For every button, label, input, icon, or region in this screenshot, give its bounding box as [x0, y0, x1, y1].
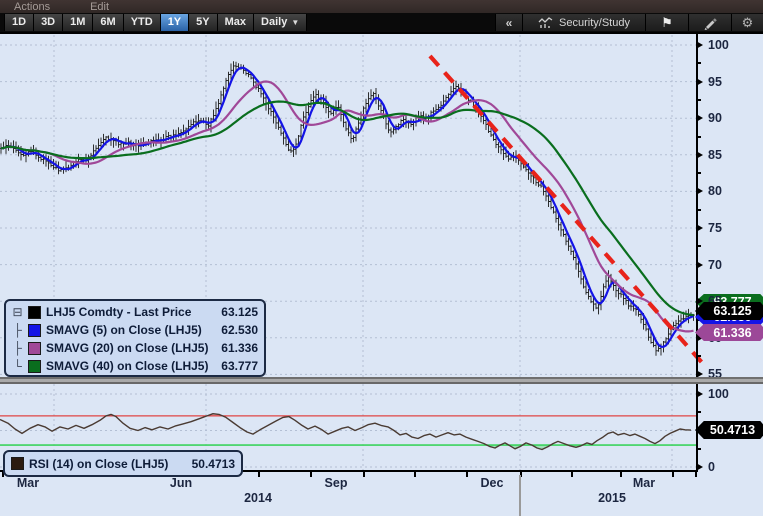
legend-label: SMAVG (5) on Close (LHJ5) [46, 323, 202, 337]
month-tick [620, 472, 622, 477]
price-badge-last: 63.125 [695, 302, 763, 320]
range-button-ytd[interactable]: YTD [124, 14, 161, 31]
range-button-6m[interactable]: 6M [93, 14, 123, 31]
rsi-legend-box: RSI (14) on Close (LHJ5) 50.4713 [3, 450, 243, 477]
settings-button[interactable]: ⚙ [731, 14, 763, 31]
range-button-1m[interactable]: 1M [63, 14, 93, 31]
axis-tick-label: 70 [696, 257, 722, 273]
legend-row-smavg20[interactable]: ├ SMAVG (20) on Close (LHJ5) 61.336 [6, 339, 264, 357]
tree-branch: ├ [12, 341, 23, 355]
period-label: Daily [261, 16, 287, 28]
month-label-mar-2015: Mar [629, 476, 659, 490]
security-study-label: Security/Study [559, 17, 630, 29]
month-tick [414, 472, 416, 477]
month-label-jun-2014: Jun [166, 476, 196, 490]
minor-tick [697, 172, 701, 174]
axis-tick-label: 100 [696, 386, 729, 402]
flag-button[interactable]: ⚑ [645, 14, 688, 31]
legend-value: 63.125 [221, 305, 258, 319]
legend-row-smavg5[interactable]: ├ SMAVG (5) on Close (LHJ5) 62.530 [6, 321, 264, 339]
legend-value: 62.530 [221, 323, 258, 337]
range-button-3d[interactable]: 3D [34, 14, 63, 31]
rsi-swatch [11, 457, 24, 470]
month-label-dec-2014: Dec [477, 476, 507, 490]
legend-value: 61.336 [221, 341, 258, 355]
minor-tick [697, 411, 701, 413]
minor-tick [697, 209, 701, 211]
smavg20-swatch [28, 342, 41, 355]
menu-edit[interactable]: Edit [84, 1, 115, 13]
axis-tick-label: 90 [696, 110, 722, 126]
legend-value: 63.777 [221, 359, 258, 373]
minor-tick [697, 355, 701, 357]
annotate-button[interactable] [688, 14, 731, 31]
month-tick [310, 472, 312, 477]
range-button-5y[interactable]: 5Y [189, 14, 217, 31]
smavg5-swatch [28, 324, 41, 337]
smavg40-swatch [28, 360, 41, 373]
range-button-1y[interactable]: 1Y [161, 14, 189, 31]
legend-value: 50.4713 [192, 457, 235, 471]
minor-tick [697, 136, 701, 138]
month-label-sep-2014: Sep [321, 476, 351, 490]
chart-region: 100959085807570656055 1000 Mar Jun Sep D… [0, 32, 763, 516]
legend-label: RSI (14) on Close (LHJ5) [29, 457, 168, 471]
pencil-icon [703, 16, 717, 30]
gear-icon: ⚙ [742, 15, 754, 31]
minor-tick [697, 448, 701, 450]
axis-tick-label: 0 [696, 459, 715, 475]
period-dropdown[interactable]: Daily ▼ [254, 14, 307, 31]
axis-tick-label: 100 [696, 37, 729, 53]
year-separator-line [519, 475, 521, 516]
year-label-2015: 2015 [590, 491, 634, 505]
chart-top-border [0, 32, 763, 34]
chart-toolbar: 1D 3D 1M 6M YTD 1Y 5Y Max Daily ▼ « Secur… [0, 13, 763, 32]
legend-row-last-price[interactable]: ⊟ LHJ5 Comdty - Last Price 63.125 [6, 303, 264, 321]
security-study-button[interactable]: Security/Study [522, 14, 645, 31]
toolbar-right-group: « Security/Study ⚑ ⚙ [495, 13, 763, 32]
axis-tick-label: 95 [696, 74, 722, 90]
tree-branch: └ [12, 359, 23, 373]
tree-branch: ├ [12, 323, 23, 337]
month-tick [672, 472, 674, 477]
minor-tick [697, 62, 701, 64]
collapse-panel-button[interactable]: « [495, 14, 522, 31]
axis-tick-label: 85 [696, 147, 722, 163]
rsi-value-badge: 50.4713 [695, 421, 763, 439]
chevron-down-icon: ▼ [291, 18, 299, 27]
mini-chart-icon [538, 16, 554, 29]
price-legend-box: ⊟ LHJ5 Comdty - Last Price 63.125 ├ SMAV… [4, 299, 266, 377]
legend-label: SMAVG (20) on Close (LHJ5) [46, 341, 208, 355]
legend-collapse-icon[interactable]: ⊟ [12, 305, 23, 319]
legend-row-rsi[interactable]: RSI (14) on Close (LHJ5) 50.4713 [5, 452, 241, 475]
month-tick [466, 472, 468, 477]
axis-tick-label: 75 [696, 220, 722, 236]
menu-actions[interactable]: Actions [8, 1, 56, 13]
minor-tick [697, 282, 701, 284]
flag-icon: ⚑ [661, 15, 673, 31]
legend-label: LHJ5 Comdty - Last Price [46, 305, 191, 319]
bloomberg-chart-window: Actions Edit 1D 3D 1M 6M YTD 1Y 5Y Max D… [0, 0, 763, 516]
range-button-max[interactable]: Max [218, 14, 254, 31]
month-tick [258, 472, 260, 477]
last-price-swatch [28, 306, 41, 319]
range-button-1d[interactable]: 1D [4, 14, 34, 31]
legend-label: SMAVG (40) on Close (LHJ5) [46, 359, 208, 373]
month-tick [363, 472, 365, 477]
minor-tick [697, 99, 701, 101]
legend-row-smavg40[interactable]: └ SMAVG (40) on Close (LHJ5) 63.777 [6, 357, 264, 375]
year-label-2014: 2014 [236, 491, 280, 505]
menu-bar: Actions Edit [0, 0, 763, 13]
minor-tick [697, 245, 701, 247]
axis-tick-label: 80 [696, 183, 722, 199]
month-tick [571, 472, 573, 477]
month-label-mar-2014: Mar [13, 476, 43, 490]
panel-splitter[interactable] [0, 377, 763, 384]
price-badge-smavg20: 61.336 [695, 324, 763, 341]
